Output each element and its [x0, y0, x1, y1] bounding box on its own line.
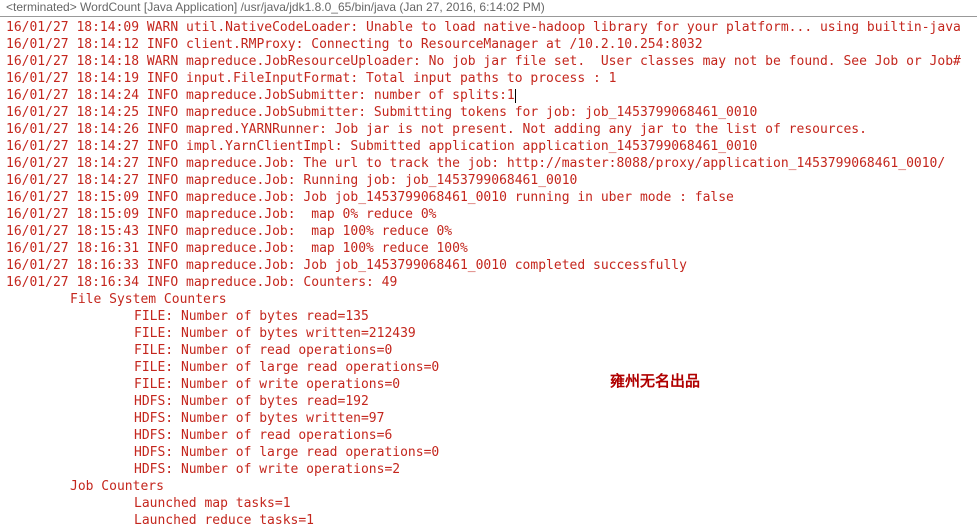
- log-line: 16/01/27 18:14:27 INFO impl.YarnClientIm…: [6, 138, 971, 155]
- terminated-header: <terminated> WordCount [Java Application…: [0, 0, 977, 17]
- text-caret: [515, 89, 516, 103]
- log-line: 16/01/27 18:14:19 INFO input.FileInputFo…: [6, 70, 971, 87]
- log-line: Launched map tasks=1: [6, 495, 971, 512]
- log-line: FILE: Number of bytes written=212439: [6, 325, 971, 342]
- log-line: FILE: Number of read operations=0: [6, 342, 971, 359]
- log-line: 16/01/27 18:14:27 INFO mapreduce.Job: Ru…: [6, 172, 971, 189]
- log-line: 16/01/27 18:16:34 INFO mapreduce.Job: Co…: [6, 274, 971, 291]
- log-line: HDFS: Number of bytes read=192: [6, 393, 971, 410]
- log-line: FILE: Number of large read operations=0: [6, 359, 971, 376]
- log-line: 16/01/27 18:14:26 INFO mapred.YARNRunner…: [6, 121, 971, 138]
- log-line: HDFS: Number of large read operations=0: [6, 444, 971, 461]
- console-output[interactable]: 16/01/27 18:14:09 WARN util.NativeCodeLo…: [0, 17, 977, 531]
- log-line: FILE: Number of write operations=0: [6, 376, 971, 393]
- log-line: 16/01/27 18:14:25 INFO mapreduce.JobSubm…: [6, 104, 971, 121]
- log-line: 16/01/27 18:16:33 INFO mapreduce.Job: Jo…: [6, 257, 971, 274]
- log-line: 16/01/27 18:16:31 INFO mapreduce.Job: ma…: [6, 240, 971, 257]
- log-line: 16/01/27 18:14:12 INFO client.RMProxy: C…: [6, 36, 971, 53]
- log-line: 16/01/27 18:15:43 INFO mapreduce.Job: ma…: [6, 223, 971, 240]
- log-line: HDFS: Number of bytes written=97: [6, 410, 971, 427]
- log-line: 16/01/27 18:14:18 WARN mapreduce.JobReso…: [6, 53, 971, 70]
- log-line: 16/01/27 18:14:09 WARN util.NativeCodeLo…: [6, 19, 971, 36]
- log-line: File System Counters: [6, 291, 971, 308]
- log-line: FILE: Number of bytes read=135: [6, 308, 971, 325]
- log-line: HDFS: Number of read operations=6: [6, 427, 971, 444]
- log-line: 16/01/27 18:14:27 INFO mapreduce.Job: Th…: [6, 155, 971, 172]
- log-line: HDFS: Number of write operations=2: [6, 461, 971, 478]
- log-line: 16/01/27 18:15:09 INFO mapreduce.Job: ma…: [6, 206, 971, 223]
- log-line: 16/01/27 18:15:09 INFO mapreduce.Job: Jo…: [6, 189, 971, 206]
- log-line: Job Counters: [6, 478, 971, 495]
- header-text: <terminated> WordCount [Java Application…: [6, 0, 545, 14]
- log-line: Launched reduce tasks=1: [6, 512, 971, 529]
- log-line: 16/01/27 18:14:24 INFO mapreduce.JobSubm…: [6, 87, 971, 104]
